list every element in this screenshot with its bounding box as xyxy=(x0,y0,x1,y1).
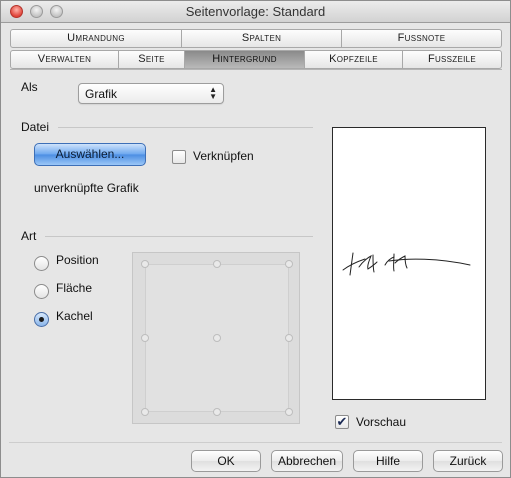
tab-umrandung[interactable]: Umrandung xyxy=(10,29,182,48)
window-title: Seitenvorlage: Standard xyxy=(185,4,326,19)
help-button[interactable]: Hilfe xyxy=(353,450,423,472)
dialog-window: Seitenvorlage: Standard Umrandung Spalte… xyxy=(0,0,511,478)
als-label: Als xyxy=(21,80,38,94)
link-checkbox-label: Verknüpfen xyxy=(193,149,254,163)
title-bar[interactable]: Seitenvorlage: Standard xyxy=(1,1,510,23)
radio-position[interactable] xyxy=(34,256,49,271)
radio-position-label: Position xyxy=(56,253,99,267)
tab-fusszeile[interactable]: Fusszeile xyxy=(403,50,502,69)
anchor-bottom-left[interactable] xyxy=(141,408,149,416)
als-popup[interactable]: Grafik ▲ ▼ xyxy=(78,83,224,104)
datei-separator xyxy=(58,127,313,128)
art-separator xyxy=(45,236,313,237)
signature-graphic xyxy=(342,252,471,276)
tab-row-bottom: Verwalten Seite Hintergrund Kopfzeile Fu… xyxy=(10,50,502,69)
anchor-top-left[interactable] xyxy=(141,260,149,268)
tab-seite[interactable]: Seite xyxy=(119,50,185,69)
preview-pane xyxy=(332,127,486,400)
tab-divider xyxy=(10,69,502,70)
cancel-button[interactable]: Abbrechen xyxy=(271,450,343,472)
tab-row-top: Umrandung Spalten Fussnote xyxy=(10,29,502,48)
link-checkbox[interactable] xyxy=(172,150,186,164)
anchor-top-right[interactable] xyxy=(285,260,293,268)
tab-hintergrund[interactable]: Hintergrund xyxy=(185,50,305,69)
anchor-top-center[interactable] xyxy=(213,260,221,268)
tab-fussnote[interactable]: Fussnote xyxy=(342,29,502,48)
checkmark-icon: ✔ xyxy=(336,414,348,429)
radio-kachel-label: Kachel xyxy=(56,309,93,323)
als-popup-value: Grafik xyxy=(85,87,118,101)
ok-button[interactable]: OK xyxy=(191,450,261,472)
tab-kopfzeile[interactable]: Kopfzeile xyxy=(305,50,403,69)
anchor-middle-left[interactable] xyxy=(141,334,149,342)
reset-button[interactable]: Zurück xyxy=(433,450,503,472)
anchor-center[interactable] xyxy=(213,334,221,342)
anchor-middle-right[interactable] xyxy=(285,334,293,342)
tab-spalten[interactable]: Spalten xyxy=(182,29,342,48)
art-section-label: Art xyxy=(21,229,37,243)
anchor-bottom-center[interactable] xyxy=(213,408,221,416)
anchor-bottom-right[interactable] xyxy=(285,408,293,416)
radio-flaeche[interactable] xyxy=(34,284,49,299)
preview-checkbox[interactable]: ✔ xyxy=(335,415,349,429)
datei-section-label: Datei xyxy=(21,120,50,134)
link-status-text: unverknüpfte Grafik xyxy=(34,181,139,195)
preview-checkbox-label: Vorschau xyxy=(356,415,407,429)
radio-kachel[interactable] xyxy=(34,312,49,327)
select-file-button[interactable]: Auswählen... xyxy=(34,143,146,166)
footer-separator xyxy=(9,442,502,443)
tab-verwalten[interactable]: Verwalten xyxy=(10,50,119,69)
position-selector[interactable] xyxy=(132,252,300,424)
popup-arrows-icon: ▲ ▼ xyxy=(209,85,217,101)
radio-flaeche-label: Fläche xyxy=(56,281,93,295)
